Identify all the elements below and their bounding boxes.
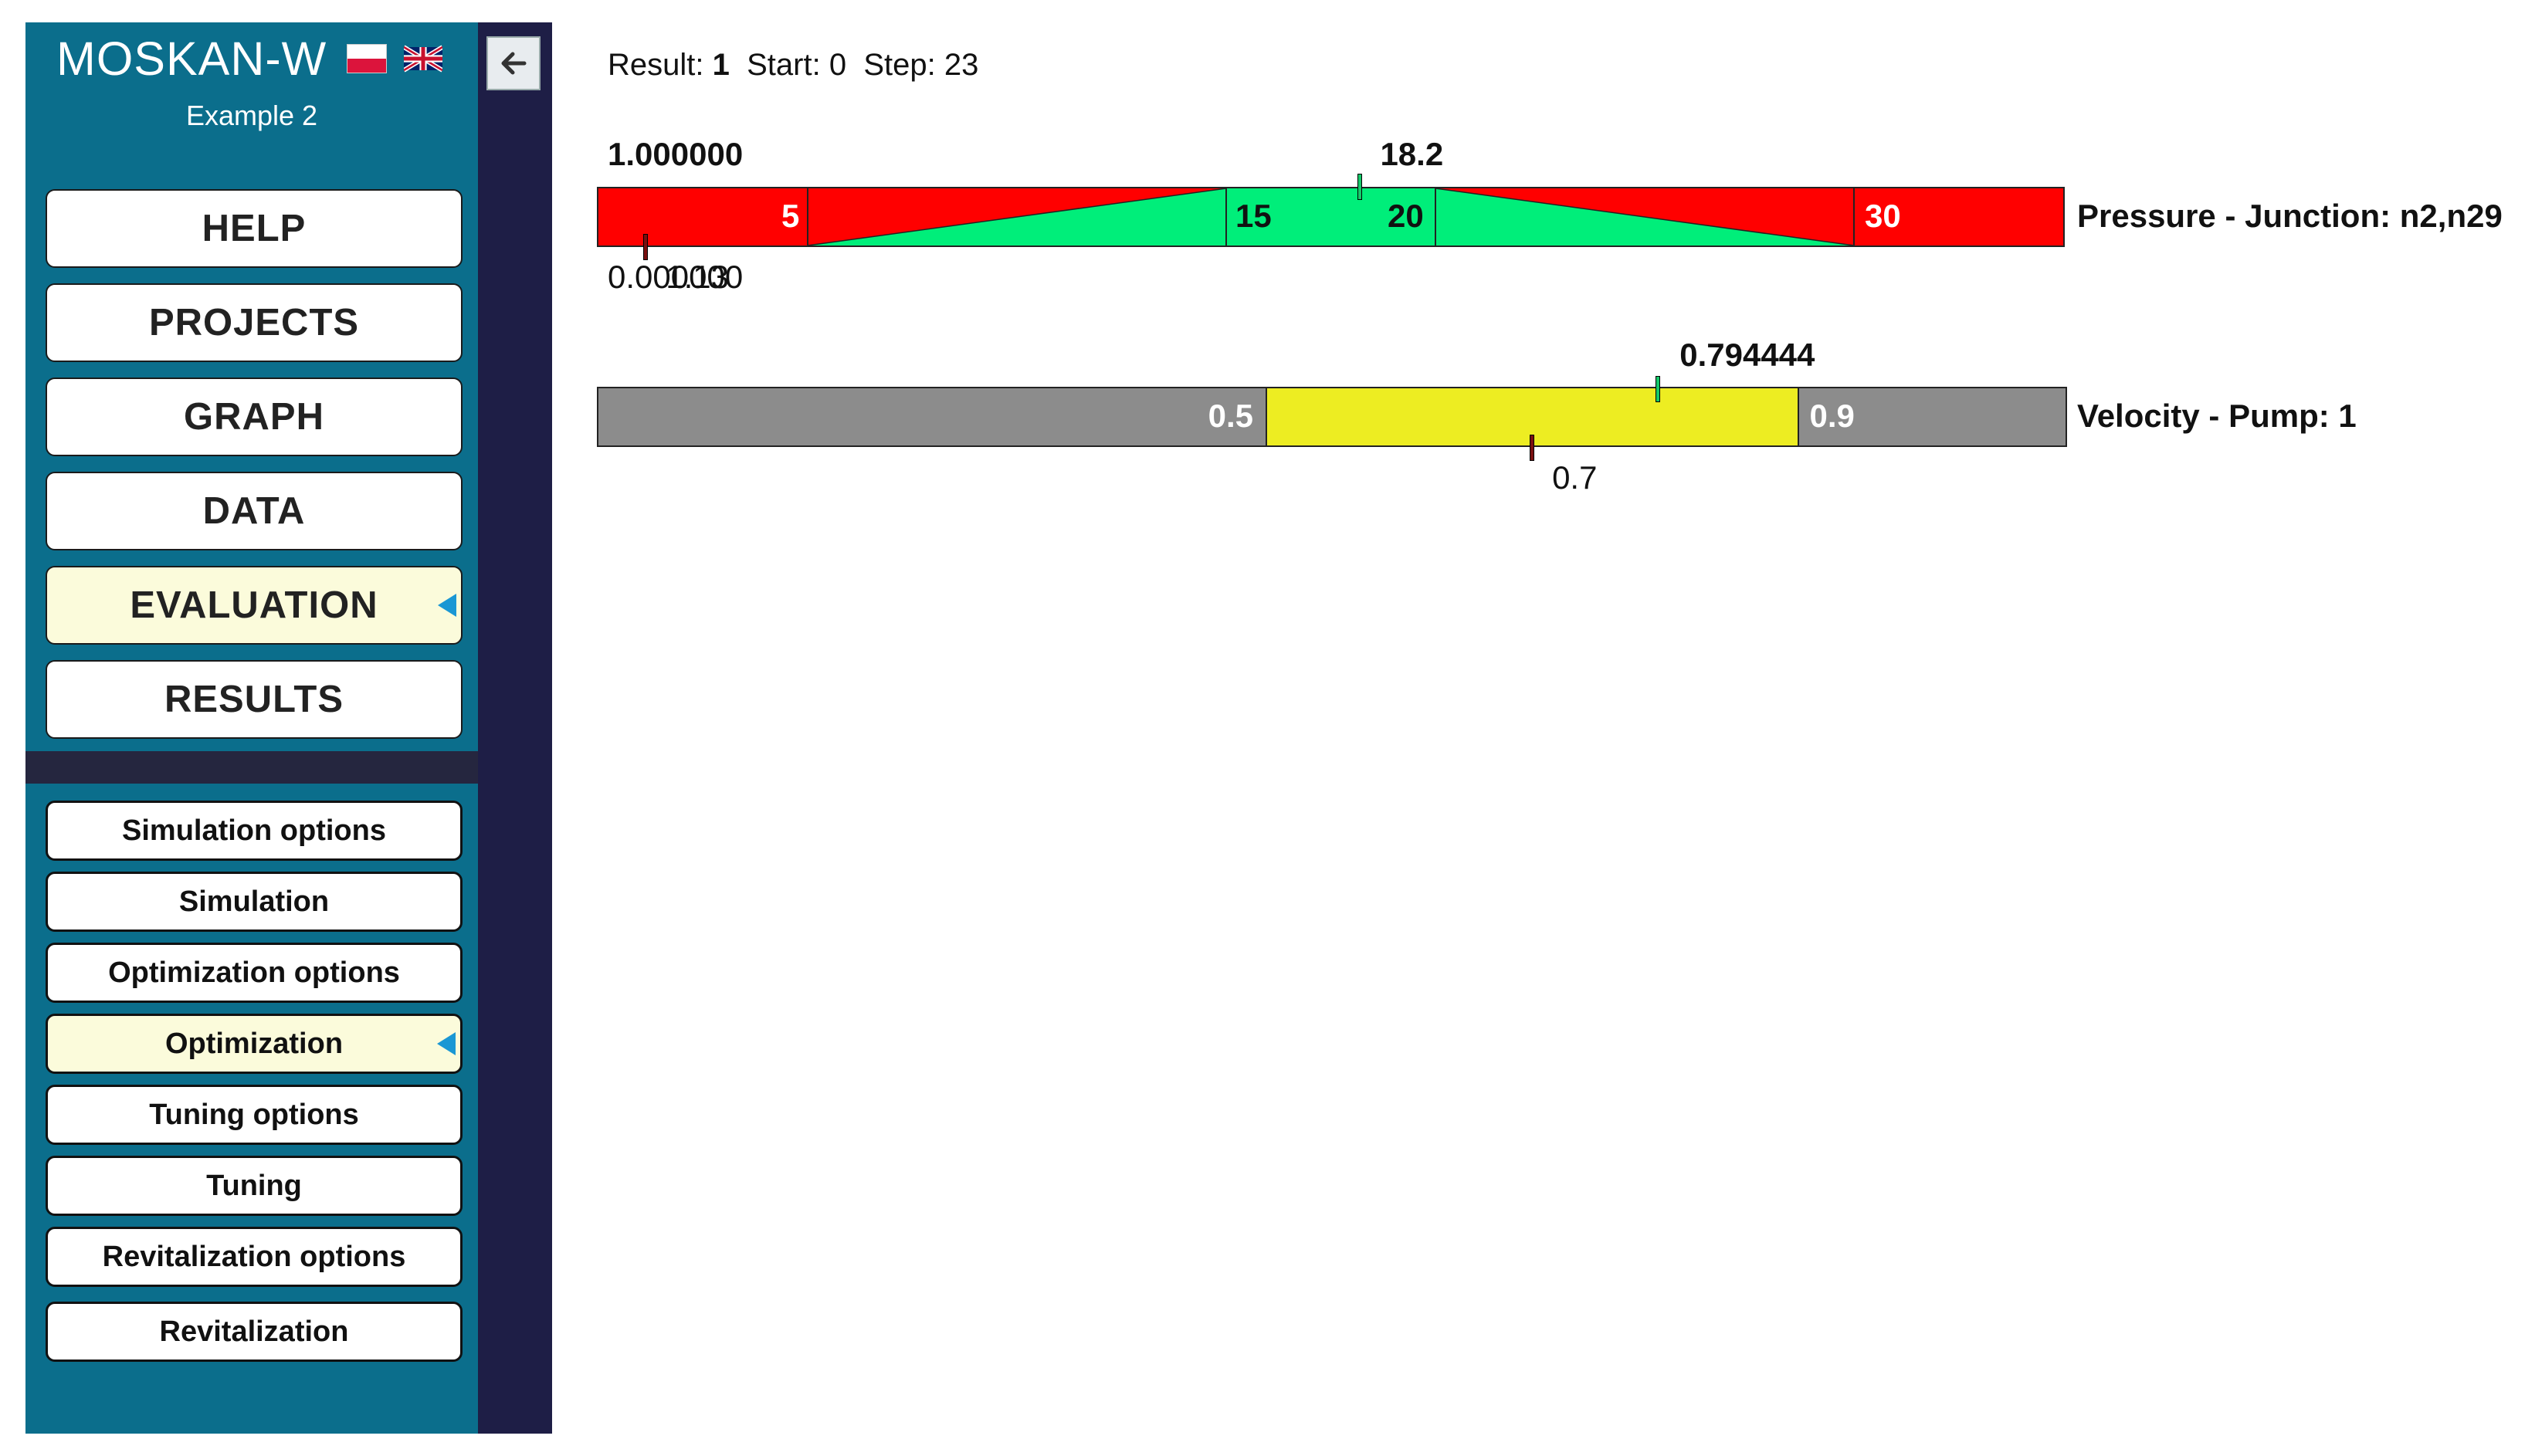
menu-label: EVALUATION — [130, 584, 378, 626]
simulation-button[interactable]: Simulation — [46, 872, 463, 932]
status-line: Result: 1 Start: 0 Step: 23 — [608, 48, 978, 83]
step-label: Step: — [863, 48, 936, 82]
selected-arrow-icon — [437, 1032, 456, 1055]
reference-marker — [643, 234, 649, 260]
evaluation-button[interactable]: EVALUATION — [46, 566, 463, 645]
optimization-button[interactable]: Optimization — [46, 1014, 463, 1074]
velocity-gauge-title: Velocity - Pump: 1 — [2077, 398, 2357, 434]
revitalization-options-button[interactable]: Revitalization options — [46, 1227, 463, 1287]
graph-button[interactable]: GRAPH — [46, 378, 463, 456]
menu-label: Optimization — [164, 1027, 344, 1060]
menu-label: Tuning — [206, 1169, 302, 1202]
sidebar: MOSKAN-W Example 2 HELP PROJECTS GRAPH DATA… — [25, 22, 478, 1434]
menu-label: RESULTS — [164, 679, 344, 720]
project-name: Example 2 — [185, 100, 318, 131]
menu-label: Revitalization options — [102, 1240, 406, 1273]
threshold-label: 0.5 — [1208, 398, 1254, 434]
tuning-button[interactable]: Tuning — [46, 1156, 463, 1216]
menu-label: Optimization options — [108, 956, 400, 989]
revitalization-button[interactable]: Revitalization — [46, 1302, 463, 1362]
threshold-label: 15 — [1235, 198, 1272, 234]
app-title: MOSKAN-W — [56, 32, 327, 85]
reference-marker — [1530, 435, 1535, 461]
menu-label: PROJECTS — [148, 302, 360, 344]
current-marker — [1357, 174, 1363, 200]
start-value: 0 — [829, 48, 847, 82]
results-button[interactable]: RESULTS — [46, 660, 463, 739]
menu-label: Simulation options — [122, 814, 386, 847]
data-button[interactable]: DATA — [46, 472, 463, 550]
threshold-label: 30 — [1865, 198, 1901, 234]
selected-arrow-icon — [438, 594, 456, 617]
menu-label: HELP — [202, 208, 307, 249]
step-value: 23 — [944, 48, 979, 82]
polish-flag-icon[interactable] — [347, 44, 388, 73]
collapse-strip — [478, 22, 552, 1434]
score-top-value: 1.000000 — [608, 136, 744, 172]
reference-value: 1.13 — [666, 259, 729, 295]
simulation-options-button[interactable]: Simulation options — [46, 801, 463, 861]
menu-label: Revitalization — [159, 1315, 349, 1348]
help-button[interactable]: HELP — [46, 189, 463, 268]
projects-button[interactable]: PROJECTS — [46, 283, 463, 362]
menu-divider — [25, 751, 478, 784]
pressure-bar: 5 15 20 30 — [597, 187, 2065, 247]
current-value: 18.2 — [1380, 136, 1444, 172]
title-row: MOSKAN-W — [56, 32, 443, 86]
result-label: Result: — [608, 48, 704, 82]
threshold-label: 20 — [1388, 198, 1424, 234]
menu-label: DATA — [202, 490, 306, 532]
current-marker — [1656, 376, 1661, 402]
threshold-label: 5 — [781, 198, 800, 234]
menu-label: Tuning options — [149, 1098, 359, 1131]
collapse-sidebar-button[interactable] — [486, 36, 541, 90]
current-value: 0.794444 — [1679, 337, 1815, 373]
threshold-label: 0.9 — [1809, 398, 1855, 434]
arrow-left-icon — [501, 52, 527, 75]
reference-value: 0.7 — [1552, 459, 1598, 496]
start-label: Start: — [747, 48, 821, 82]
pressure-gauge-title: Pressure - Junction: n2,n29 — [2077, 198, 2503, 234]
result-value: 1 — [712, 48, 730, 82]
english-flag-icon[interactable] — [404, 45, 443, 73]
menu-label: Simulation — [178, 885, 330, 918]
optimization-options-button[interactable]: Optimization options — [46, 943, 463, 1003]
velocity-bar: 0.5 0.9 — [597, 387, 2067, 447]
menu-label: GRAPH — [184, 396, 324, 438]
pressure-bar-fill — [807, 188, 1855, 245]
tuning-options-button[interactable]: Tuning options — [46, 1085, 463, 1145]
